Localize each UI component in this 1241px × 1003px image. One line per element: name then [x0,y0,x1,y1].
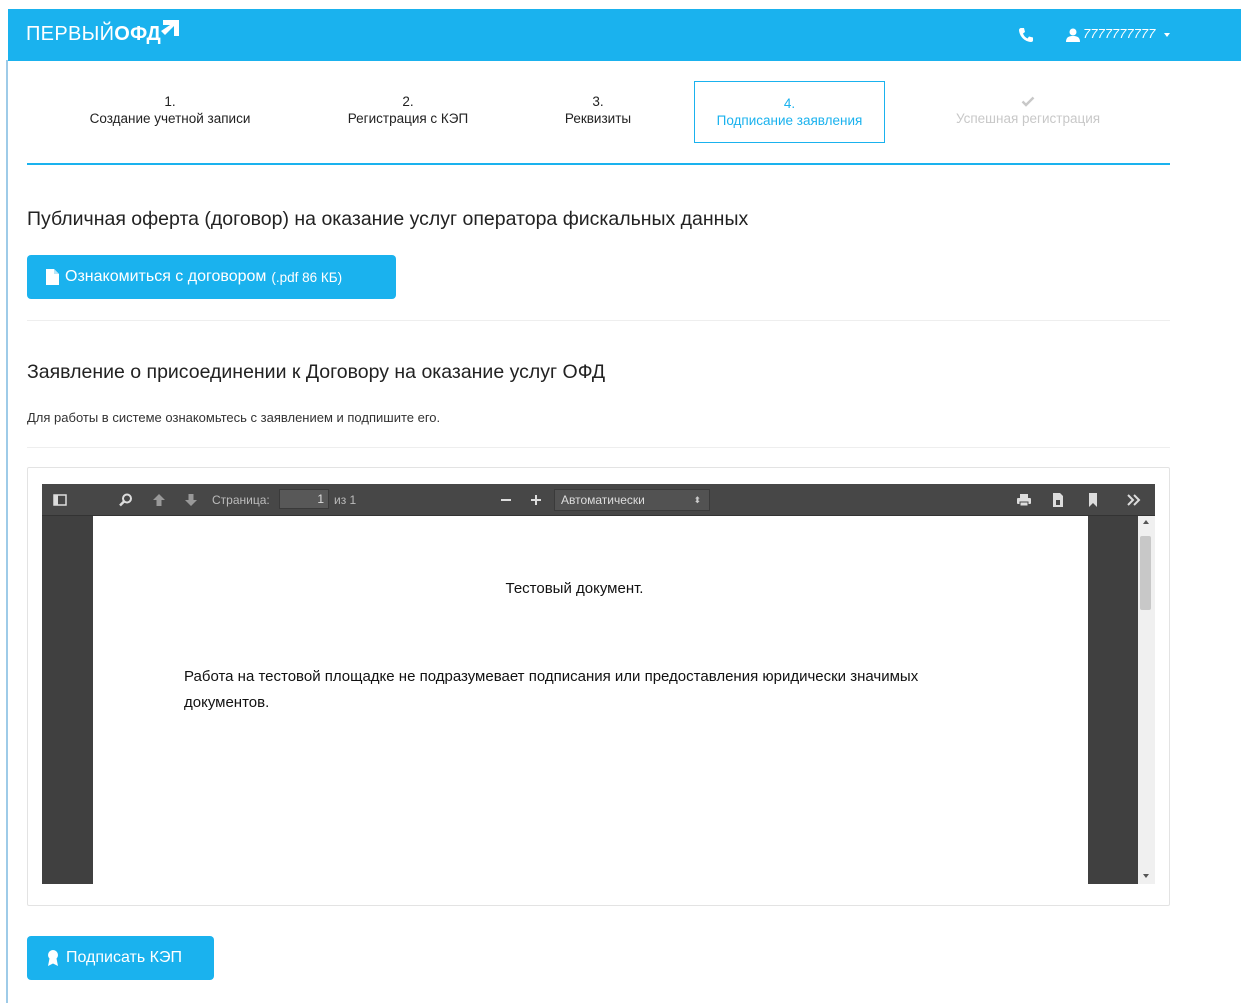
step-1: 1. Создание учетной записи [27,80,313,142]
document-title: Тестовый документ. [505,580,644,597]
sidebar-toggle-icon[interactable] [52,492,68,508]
award-icon [48,950,58,966]
document-body: Работа на тестовой площадке не подразуме… [184,668,919,711]
step-label: Подписание заявления [716,113,863,128]
chevron-down-icon[interactable] [1164,33,1170,37]
download-icon[interactable] [1050,492,1066,508]
arrow-up-icon[interactable] [151,492,167,508]
zoom-in-icon[interactable] [528,492,544,508]
logo-text-regular: ПЕРВЫЙ [26,23,115,45]
pdf-viewer: Страница: 1 из 1 Автоматически ⬍ Тестовы… [42,484,1155,884]
step-5: Успешная регистрация [917,80,1139,142]
step-3: 3. Реквизиты [503,80,693,142]
logo-mark-icon [161,20,179,36]
user-account-menu[interactable]: 7777777777 [1083,26,1155,41]
bookmark-icon[interactable] [1085,492,1101,508]
top-bar: ПЕРВЫЙОФД 7777777777 [8,9,1241,61]
steps-divider [27,163,1170,165]
pdf-toolbar: Страница: 1 из 1 Автоматически ⬍ [42,484,1155,516]
scroll-down-icon[interactable] [1143,874,1149,878]
left-border [6,60,8,1003]
sign-kep-label: Подписать КЭП [66,949,182,966]
logo-text-bold: ОФД [114,23,162,45]
page-label: Страница: [212,493,270,507]
search-icon[interactable] [118,492,134,508]
pdf-scrollbar[interactable] [1138,516,1155,884]
step-label: Создание учетной записи [89,111,251,126]
step-label: Регистрация с КЭП [347,111,469,126]
zoom-value: Автоматически [561,493,645,507]
phone-icon[interactable] [1018,27,1034,43]
zoom-out-icon[interactable] [498,492,514,508]
statement-hint: Для работы в системе ознакомьтесь с заяв… [27,410,441,425]
step-label: Реквизиты [564,111,632,126]
file-icon [46,269,59,285]
wizard-steps: 1. Создание учетной записи 2. Регистраци… [27,80,1170,150]
arrow-down-icon[interactable] [183,492,199,508]
view-contract-label: Ознакомиться с договором [65,268,267,285]
print-icon[interactable] [1016,492,1032,508]
contract-file-meta: (.pdf 86 КБ) [271,269,343,285]
select-arrows-icon: ⬍ [693,495,701,505]
view-contract-button[interactable]: Ознакомиться с договором (.pdf 86 КБ) [27,255,396,299]
page-total: из 1 [334,493,357,507]
step-number: 3. [592,94,604,109]
step-2: 2. Регистрация с КЭП [313,80,503,142]
divider [27,447,1170,448]
logo[interactable]: ПЕРВЫЙОФД [26,23,161,46]
divider [27,320,1170,321]
scroll-thumb[interactable] [1140,536,1151,610]
zoom-select[interactable]: Автоматически ⬍ [554,489,710,511]
sign-kep-button[interactable]: Подписать КЭП [27,936,214,980]
step-number: 1. [164,94,176,109]
step-number: 4. [783,96,796,111]
step-label: Успешная регистрация [955,111,1101,126]
statement-title: Заявление о присоединении к Договору на … [27,361,606,383]
page: ПЕРВЫЙОФД 7777777777 1. Создание учетной… [0,0,1241,1003]
step-number: 2. [402,94,414,109]
scroll-up-icon[interactable] [1143,520,1149,524]
tools-chevron-icon[interactable] [1126,492,1142,508]
user-icon [1066,28,1080,42]
check-icon [1021,96,1035,107]
step-4-active: 4. Подписание заявления [694,81,885,143]
page-number-input[interactable]: 1 [279,489,329,509]
offer-title: Публичная оферта (договор) на оказание у… [27,208,749,230]
